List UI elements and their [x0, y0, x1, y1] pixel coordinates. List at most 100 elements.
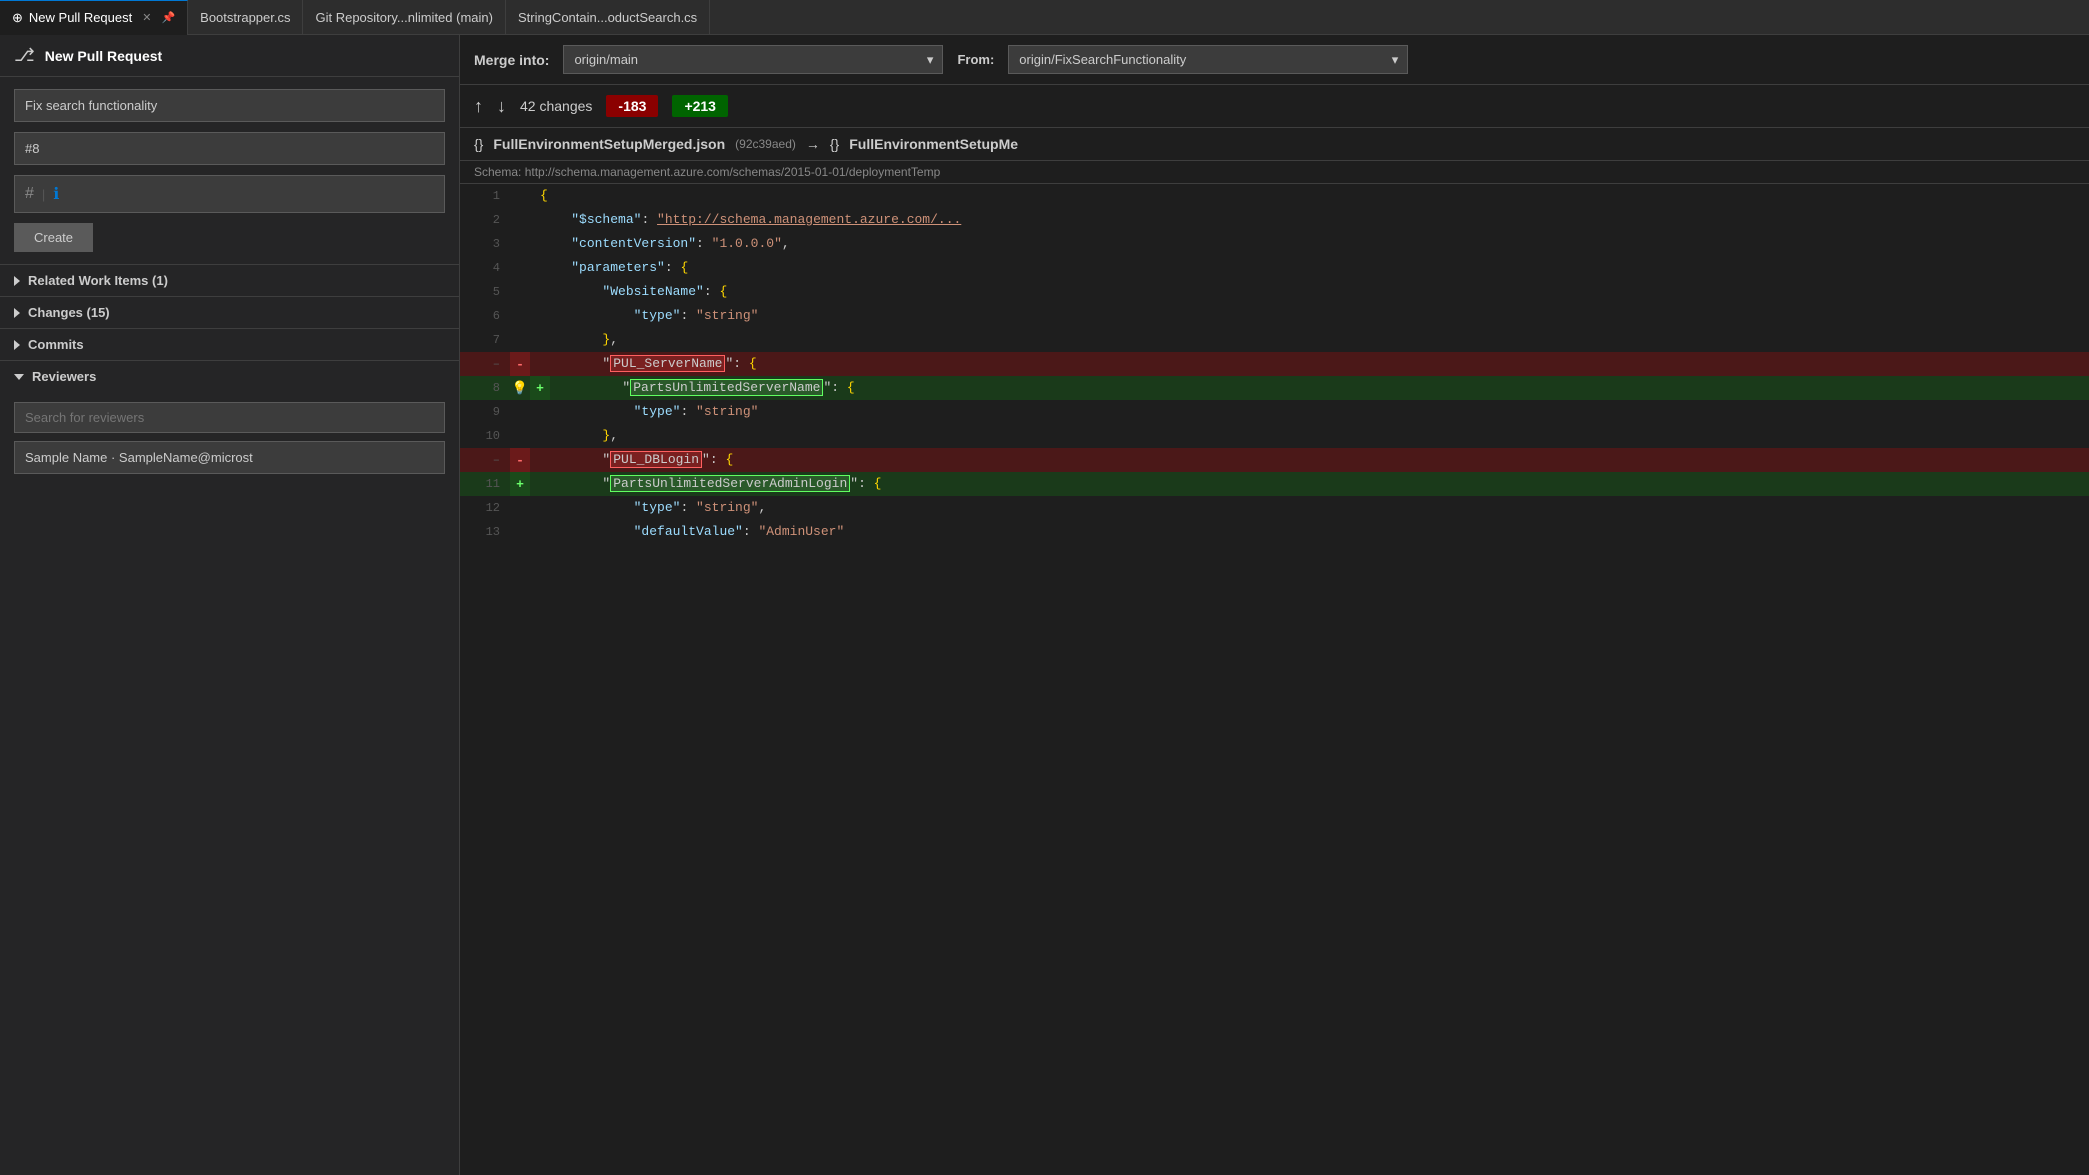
file-icon-right: {}: [830, 136, 839, 152]
tab-new-pull-request[interactable]: ⊕ New Pull Request ✕ 📌: [0, 0, 188, 35]
merge-branch-select-wrapper: origin/main: [563, 45, 943, 74]
diff-container[interactable]: 1 { 2 "$schema": "http://schema.manageme…: [460, 184, 2089, 1175]
line-content: "PUL_ServerName": {: [530, 352, 2089, 376]
schema-label: Schema:: [474, 165, 521, 179]
line-content: "WebsiteName": {: [530, 280, 2089, 304]
diff-stats: ↑ ↓ 42 changes -183 +213: [460, 85, 2089, 128]
info-icon[interactable]: ℹ: [53, 184, 59, 204]
diff-line: 4 "parameters": {: [460, 256, 2089, 280]
deletions-badge: -183: [606, 95, 658, 117]
reviewer-name: Sample Name · SampleName@microst: [25, 450, 253, 465]
file-arrow: →: [806, 136, 820, 152]
from-branch-select[interactable]: origin/FixSearchFunctionality: [1008, 45, 1408, 74]
additions-badge: +213: [672, 95, 728, 117]
line-content: "type": "string",: [530, 496, 2089, 520]
line-gutter: -: [510, 448, 530, 472]
from-branch-select-wrapper: origin/FixSearchFunctionality: [1008, 45, 1408, 74]
line-number: 4: [460, 256, 510, 280]
tab-pin-icon[interactable]: 📌: [161, 11, 175, 24]
diff-line: 13 "defaultValue": "AdminUser": [460, 520, 2089, 544]
diff-line: 1 {: [460, 184, 2089, 208]
left-panel-header: ⎇ New Pull Request: [0, 35, 459, 77]
tab-bootstrapper[interactable]: Bootstrapper.cs: [188, 0, 303, 35]
line-gutter: +: [510, 472, 530, 496]
pr-title-input[interactable]: [14, 89, 445, 122]
reviewers-content: Sample Name · SampleName@microst: [0, 392, 459, 484]
reviewer-item[interactable]: Sample Name · SampleName@microst: [14, 441, 445, 474]
diff-line-added: 8 💡 + "PartsUnlimitedServerName": {: [460, 376, 2089, 400]
line-gutter: [510, 520, 530, 544]
tab-icon: ⊕: [12, 10, 23, 26]
from-label: From:: [957, 52, 994, 67]
line-gutter: [510, 496, 530, 520]
line-number: 12: [460, 496, 510, 520]
section-title: Commits: [28, 337, 84, 352]
arrow-up-icon: ↑: [474, 96, 483, 117]
changes-section[interactable]: Changes (15): [0, 296, 459, 328]
create-button[interactable]: Create: [14, 223, 93, 252]
tab-label: Git Repository...nlimited (main): [315, 10, 492, 25]
reviewers-section-title: Reviewers: [32, 369, 96, 384]
commits-section[interactable]: Commits: [0, 328, 459, 360]
diff-line: 7 },: [460, 328, 2089, 352]
tab-close-icon[interactable]: ✕: [142, 11, 151, 24]
file-hash: (92c39aed): [735, 137, 796, 151]
diff-line-added: 11 + "PartsUnlimitedServerAdminLogin": {: [460, 472, 2089, 496]
line-content: },: [530, 328, 2089, 352]
left-panel: ⎇ New Pull Request # | ℹ Create Related …: [0, 35, 460, 1175]
arrow-down-icon: ↓: [497, 96, 506, 117]
file-name-right: FullEnvironmentSetupMe: [849, 136, 1018, 152]
line-number: 1: [460, 184, 510, 208]
diff-line: 2 "$schema": "http://schema.management.a…: [460, 208, 2089, 232]
chevron-right-icon: [14, 340, 20, 350]
line-number: 3: [460, 232, 510, 256]
line-content: "PartsUnlimitedServerAdminLogin": {: [530, 472, 2089, 496]
pr-form: # | ℹ Create: [0, 77, 459, 264]
line-gutter: [510, 184, 530, 208]
line-content: "contentVersion": "1.0.0.0",: [530, 232, 2089, 256]
line-number: 11: [460, 472, 510, 496]
line-gutter: [510, 256, 530, 280]
chevron-down-icon: [14, 374, 24, 380]
line-gutter: [510, 280, 530, 304]
line-gutter: [510, 328, 530, 352]
pr-description-area[interactable]: # | ℹ: [14, 175, 445, 213]
line-number: –: [460, 352, 510, 376]
tab-label: Bootstrapper.cs: [200, 10, 290, 25]
line-number: 5: [460, 280, 510, 304]
file-header: {} FullEnvironmentSetupMerged.json (92c3…: [460, 128, 2089, 161]
line-content: "PUL_DBLogin": {: [530, 448, 2089, 472]
reviewer-search-input[interactable]: [14, 402, 445, 433]
section-title: Changes (15): [28, 305, 110, 320]
separator: |: [42, 187, 45, 202]
line-number: 7: [460, 328, 510, 352]
line-number: 10: [460, 424, 510, 448]
hint-icon: 💡: [510, 376, 530, 400]
line-content: "PartsUnlimitedServerName": {: [550, 376, 2089, 400]
tab-string-contains[interactable]: StringContain...oductSearch.cs: [506, 0, 710, 35]
merge-branch-select[interactable]: origin/main: [563, 45, 943, 74]
line-number: 6: [460, 304, 510, 328]
line-content: },: [530, 424, 2089, 448]
diff-toolbar: Merge into: origin/main From: origin/Fix…: [460, 35, 2089, 85]
file-icon: {}: [474, 136, 483, 152]
tab-git-repository[interactable]: Git Repository...nlimited (main): [303, 0, 505, 35]
chevron-right-icon: [14, 308, 20, 318]
pr-branch-icon: ⎇: [14, 45, 35, 66]
schema-line: Schema: http://schema.management.azure.c…: [460, 161, 2089, 184]
create-button-label: Create: [34, 230, 73, 245]
reviewers-section-header[interactable]: Reviewers: [0, 360, 459, 392]
diff-line-deleted: – - "PUL_ServerName": {: [460, 352, 2089, 376]
changes-count: 42 changes: [520, 98, 592, 114]
pr-number-input[interactable]: [14, 132, 445, 165]
diff-line: 6 "type": "string": [460, 304, 2089, 328]
line-number: –: [460, 448, 510, 472]
section-title: Related Work Items (1): [28, 273, 168, 288]
tab-bar: ⊕ New Pull Request ✕ 📌 Bootstrapper.cs G…: [0, 0, 2089, 35]
chevron-right-icon: [14, 276, 20, 286]
line-content: {: [530, 184, 2089, 208]
line-gutter: +: [530, 376, 550, 400]
related-work-items-section[interactable]: Related Work Items (1): [0, 264, 459, 296]
tab-label: New Pull Request: [29, 10, 132, 25]
line-number: 2: [460, 208, 510, 232]
